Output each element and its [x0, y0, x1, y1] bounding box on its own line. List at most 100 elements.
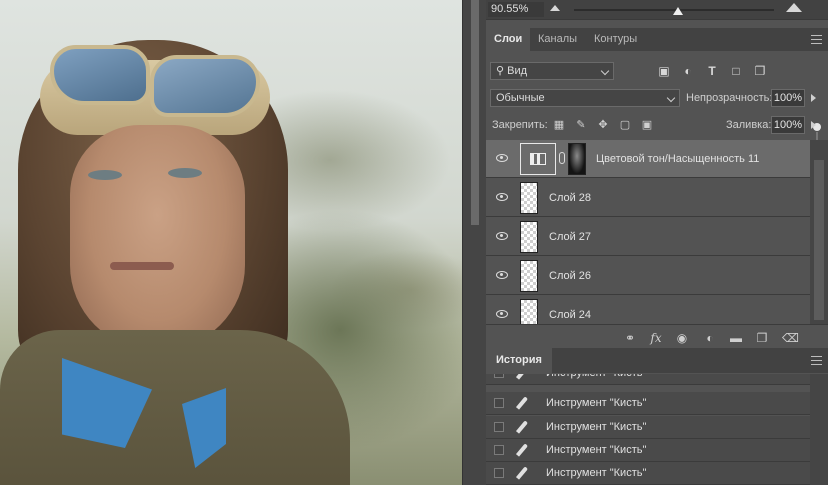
lock-row: Закрепить: ▦ ✎ ✥ ▢ ▣ Заливка: 100% — [486, 116, 828, 136]
canvas-scrollbar[interactable] — [462, 0, 486, 485]
tab-paths[interactable]: Контуры — [586, 28, 645, 51]
zoom-in-icon[interactable] — [786, 3, 802, 12]
history-item-label: Инструмент "Кисть" — [546, 397, 647, 409]
visibility-eye-icon[interactable] — [496, 154, 508, 162]
layer-row[interactable]: Цветовой тон/Насыщенность 11 — [486, 140, 810, 178]
filter-kind-label: Вид — [507, 65, 528, 77]
visibility-eye-icon[interactable] — [496, 271, 508, 279]
filter-kind-dropdown[interactable]: ⚲ Вид — [490, 62, 614, 80]
smart-object-filter-icon[interactable]: ❐ — [752, 63, 768, 79]
layers-scroll-thumb[interactable] — [814, 160, 824, 320]
layer-thumbnail[interactable] — [520, 182, 538, 214]
type-filter-icon[interactable]: T — [704, 63, 720, 79]
adjustment-filter-icon[interactable]: ◐ — [680, 63, 696, 79]
history-item-label: Инструмент "Кисть" — [546, 421, 647, 433]
layer-name[interactable]: Цветовой тон/Насыщенность 11 — [596, 140, 759, 178]
fill-slider-arrow-icon[interactable] — [809, 116, 821, 134]
layer-name[interactable]: Слой 27 — [549, 218, 591, 256]
blend-mode-value: Обычные — [496, 92, 545, 104]
panel-menu-icon[interactable] — [811, 356, 822, 365]
layer-row[interactable]: Слой 27 — [486, 218, 810, 256]
panel-menu-icon[interactable] — [811, 35, 822, 44]
opacity-slider-arrow-icon[interactable] — [809, 89, 821, 107]
chevron-down-icon — [666, 93, 676, 103]
history-item[interactable]: Инструмент "Кисть" — [486, 439, 810, 462]
search-icon: ⚲ — [496, 65, 505, 77]
lock-brush-icon[interactable]: ✎ — [574, 116, 588, 134]
layer-name[interactable]: Слой 28 — [549, 179, 591, 217]
photo-face — [70, 125, 245, 350]
trash-icon[interactable]: ⌫ — [782, 330, 799, 346]
chain-link-icon[interactable] — [559, 152, 565, 164]
layer-thumbnail[interactable] — [520, 260, 538, 292]
history-panel-tabs: История — [486, 348, 828, 373]
layer-mask-thumbnail[interactable] — [568, 143, 586, 175]
photo-tunic — [0, 330, 350, 485]
history-item-label: Инструмент "Кисть" — [546, 374, 646, 385]
photo-goggle-lens — [150, 55, 260, 117]
layer-row[interactable]: Слой 28 — [486, 179, 810, 217]
history-item-label: Инструмент "Кисть" — [546, 444, 647, 456]
fx-icon[interactable]: fx — [648, 330, 664, 346]
history-item[interactable]: Инструмент "Кисть" — [486, 374, 810, 385]
lock-all-icon[interactable]: ▣ — [640, 116, 654, 134]
tab-layers[interactable]: Слои — [486, 28, 531, 51]
zoom-slider-thumb[interactable] — [673, 7, 683, 15]
right-panel: 90.55% Слои Каналы Контуры ⚲ Вид ▣ ◐ T □… — [486, 0, 828, 485]
layer-row[interactable]: Слой 24 — [486, 296, 810, 324]
new-adjustment-icon[interactable]: ◐ — [702, 330, 718, 346]
visibility-eye-icon[interactable] — [496, 310, 508, 318]
layers-panel-tabs: Слои Каналы Контуры — [486, 28, 828, 51]
new-layer-icon[interactable]: ❐ — [754, 330, 770, 346]
history-snapshot-checkbox[interactable] — [494, 422, 504, 432]
photo-eye — [88, 170, 122, 180]
navigator-row: 90.55% — [486, 0, 828, 20]
add-mask-icon[interactable]: ◉ — [674, 330, 690, 346]
lock-artboard-icon[interactable]: ▢ — [618, 116, 632, 134]
link-layers-icon[interactable]: ⚭ — [622, 330, 638, 346]
brush-icon — [515, 374, 529, 380]
brush-icon — [515, 466, 529, 480]
new-group-folder-icon[interactable]: ▬ — [728, 330, 744, 346]
layer-name[interactable]: Слой 26 — [549, 257, 591, 295]
brush-icon — [515, 443, 529, 457]
history-snapshot-checkbox[interactable] — [494, 445, 504, 455]
chevron-down-icon — [600, 66, 610, 76]
lock-transparency-icon[interactable]: ▦ — [552, 116, 566, 134]
history-snapshot-checkbox[interactable] — [494, 398, 504, 408]
shape-filter-icon[interactable]: □ — [728, 63, 744, 79]
blend-mode-dropdown[interactable]: Обычные — [490, 89, 680, 107]
history-snapshot-checkbox[interactable] — [494, 468, 504, 478]
history-list: Инструмент "Кисть" Инструмент "Кисть" Ин… — [486, 374, 810, 485]
opacity-label: Непрозрачность: — [686, 92, 773, 104]
history-item[interactable]: Инструмент "Кисть" — [486, 462, 810, 485]
photo-mouth — [110, 262, 174, 270]
zoom-field[interactable]: 90.55% — [488, 2, 544, 17]
photo-goggle-lens — [50, 45, 150, 105]
history-scrollbar[interactable] — [810, 374, 828, 485]
opacity-field[interactable]: 100% — [771, 89, 805, 107]
layer-thumbnail[interactable] — [520, 299, 538, 324]
history-item[interactable]: Инструмент "Кисть" — [486, 392, 810, 415]
tab-history[interactable]: История — [486, 348, 552, 373]
visibility-eye-icon[interactable] — [496, 232, 508, 240]
layers-list: Цветовой тон/Насыщенность 11 Слой 28 Сло… — [486, 140, 810, 324]
lock-move-icon[interactable]: ✥ — [596, 116, 610, 134]
tab-channels[interactable]: Каналы — [530, 28, 585, 51]
brush-icon — [515, 420, 529, 434]
layers-scrollbar[interactable] — [810, 140, 828, 324]
canvas-scroll-thumb[interactable] — [471, 0, 479, 225]
zoom-out-icon[interactable] — [550, 5, 560, 11]
adjustment-layer-thumbnail[interactable] — [520, 143, 556, 175]
layer-row[interactable]: Слой 26 — [486, 257, 810, 295]
image-filter-icon[interactable]: ▣ — [656, 63, 672, 79]
fill-field[interactable]: 100% — [771, 116, 805, 134]
history-item[interactable]: Инструмент "Кисть" — [486, 416, 810, 439]
layer-thumbnail[interactable] — [520, 221, 538, 253]
photo-eye — [168, 168, 202, 178]
document-canvas[interactable] — [0, 0, 462, 485]
history-snapshot-checkbox[interactable] — [494, 374, 504, 378]
visibility-eye-icon[interactable] — [496, 193, 508, 201]
layer-name[interactable]: Слой 24 — [549, 296, 591, 324]
brush-icon — [515, 396, 529, 410]
